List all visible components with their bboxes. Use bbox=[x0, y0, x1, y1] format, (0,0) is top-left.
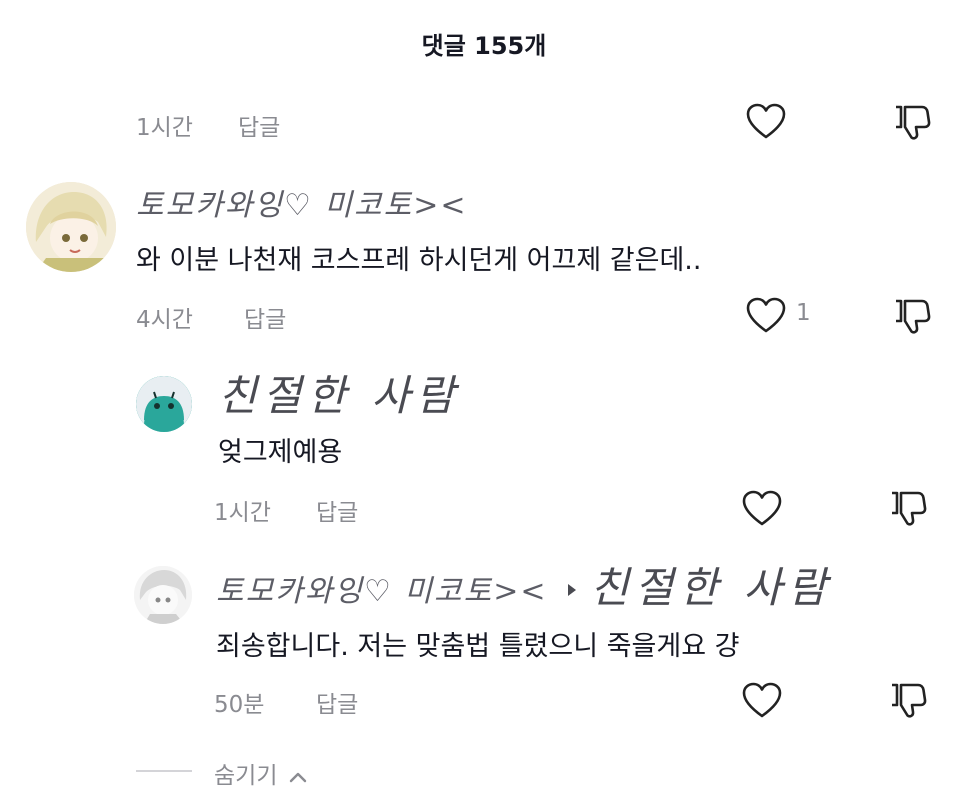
hide-replies-label: 숨기기 bbox=[214, 763, 278, 789]
comment-time: 1시간 bbox=[136, 115, 193, 141]
dislike-icon[interactable] bbox=[888, 490, 928, 528]
reply-arrow-icon bbox=[568, 584, 576, 596]
divider-line bbox=[136, 770, 192, 772]
heart-icon[interactable] bbox=[746, 103, 786, 141]
reply-time: 1시간 bbox=[214, 500, 271, 526]
heart-icon[interactable] bbox=[742, 490, 782, 528]
avatar[interactable] bbox=[26, 182, 116, 272]
dislike-icon[interactable] bbox=[892, 104, 932, 142]
avatar-image bbox=[26, 182, 116, 272]
reply-button[interactable]: 답글 bbox=[244, 300, 286, 334]
like-count: 1 bbox=[796, 300, 811, 326]
reply-text: 엊그제예용 bbox=[218, 437, 343, 468]
reply-button[interactable]: 답글 bbox=[316, 493, 358, 527]
hide-replies-button[interactable]: 숨기기 bbox=[214, 756, 307, 790]
heart-icon[interactable] bbox=[746, 297, 786, 335]
reply-button[interactable]: 답글 bbox=[238, 108, 280, 142]
reply-username[interactable]: 토모카와잉♡ 미코토>< bbox=[216, 566, 548, 610]
avatar-image bbox=[134, 566, 192, 624]
reply-time: 50분 bbox=[214, 692, 265, 718]
reply-button[interactable]: 답글 bbox=[316, 685, 358, 719]
reply-username[interactable]: 친절한 사람 bbox=[218, 362, 461, 423]
comment-username[interactable]: 토모카와잉♡ 미코토>< bbox=[136, 180, 468, 224]
avatar[interactable] bbox=[136, 376, 192, 432]
chevron-up-icon bbox=[289, 772, 306, 782]
comment-time: 4시간 bbox=[136, 307, 193, 333]
reply-text: 죄송합니다. 저는 맞춤법 틀렸으니 죽을게요 걍 bbox=[216, 631, 740, 662]
comment-text: 와 이분 나천재 코스프레 하시던게 어끄제 같은데.. bbox=[136, 245, 702, 276]
reply-to-username[interactable]: 친절한 사람 bbox=[590, 554, 833, 615]
comments-title: 댓글 155개 bbox=[421, 32, 547, 60]
avatar[interactable] bbox=[134, 566, 192, 624]
dislike-icon[interactable] bbox=[888, 682, 928, 720]
heart-icon[interactable] bbox=[742, 682, 782, 720]
dislike-icon[interactable] bbox=[892, 298, 932, 336]
avatar-image bbox=[136, 376, 192, 432]
